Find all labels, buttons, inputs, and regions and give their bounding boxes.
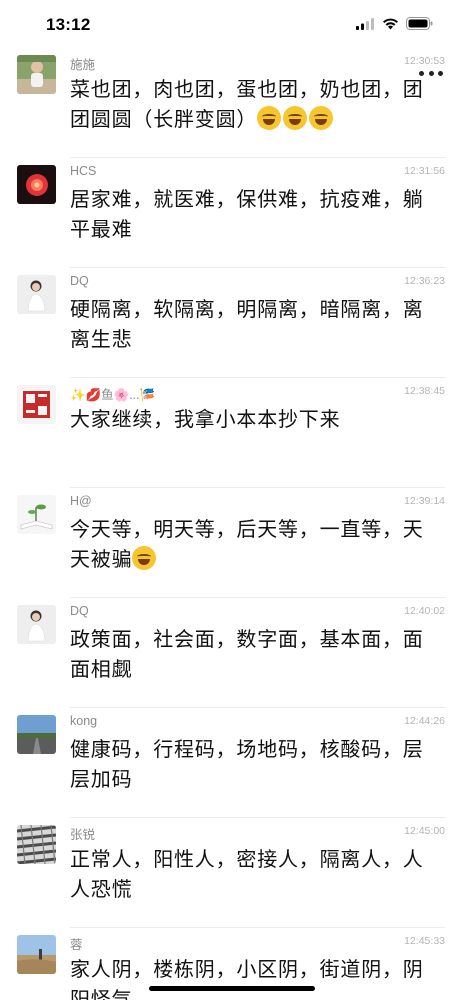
status-time: 13:12: [46, 15, 91, 34]
list-item[interactable]: ✨💋鱼🌸...🎏 12:38:45 大家继续，我拿小本本抄下来: [0, 378, 463, 488]
sender-name: ✨💋鱼🌸...🎏: [70, 388, 156, 402]
message-text-body: 菜也团，肉也团，蛋也团，奶也团，团团圆圆（长胖变圆）: [70, 77, 424, 131]
avatar-photo-woman[interactable]: [17, 275, 56, 314]
sender-name: 蓉: [70, 938, 83, 952]
message-text: 家人阴，楼栋阴，小区阴，街道阴，阴阳怪气: [70, 957, 424, 1000]
sender-name: kong: [70, 714, 98, 728]
laughing-emoji-icon: [257, 106, 335, 131]
list-item[interactable]: kong 12:44:26 健康码，行程码，场地码，核酸码，层层加码: [0, 708, 463, 818]
message-time: 12:45:33: [404, 935, 445, 947]
avatar-red-seal[interactable]: [17, 385, 56, 424]
sender-name: HCS: [70, 164, 97, 178]
message-time: 12:40:02: [404, 605, 445, 617]
message-text: 大家继续，我拿小本本抄下来: [70, 407, 341, 431]
message-text: 居家难，就医难，保供难，抗疫难，躺平最难: [70, 187, 424, 241]
message-time: 12:38:45: [404, 385, 445, 397]
message-text-body: 今天等，明天等，后天等，一直等，天天被骗: [70, 517, 424, 571]
battery-icon: [406, 17, 433, 30]
message-text: 政策面，社会面，数字面，基本面，面面相觑: [70, 627, 424, 681]
status-bar: 13:12: [0, 0, 463, 48]
message-time: 12:30:53: [404, 55, 445, 67]
avatar-pattern[interactable]: [17, 825, 56, 864]
status-icons: [356, 17, 433, 30]
list-item[interactable]: H@ 12:39:14 今天等，明天等，后天等，一直等，天天被骗: [0, 488, 463, 598]
message-text: 今天等，明天等，后天等，一直等，天天被骗: [70, 514, 430, 574]
list-item[interactable]: DQ 12:40:02 政策面，社会面，数字面，基本面，面面相觑: [0, 598, 463, 708]
sender-name: DQ: [70, 604, 89, 618]
message-time: 12:36:23: [404, 275, 445, 287]
message-text: 正常人，阳性人，密接人，隔离人，人人恐慌: [70, 847, 424, 901]
sender-name: DQ: [70, 274, 89, 288]
home-indicator[interactable]: [149, 986, 315, 991]
sender-name: 施施: [70, 58, 96, 72]
list-item[interactable]: 张锐 12:45:00 正常人，阳性人，密接人，隔离人，人人恐慌: [0, 818, 463, 928]
avatar-red-lantern[interactable]: [17, 165, 56, 204]
message-time: 12:31:56: [404, 165, 445, 177]
wifi-icon: [383, 18, 398, 29]
message-time: 12:44:26: [404, 715, 445, 727]
signal-icon: [356, 17, 374, 30]
avatar-landscape-field[interactable]: [17, 935, 56, 974]
message-text: 健康码，行程码，场地码，核酸码，层层加码: [70, 737, 424, 791]
avatar-landscape-road[interactable]: [17, 715, 56, 754]
avatar-photo-person[interactable]: [17, 55, 56, 94]
message-text: 硬隔离，软隔离，明隔离，暗隔离，离离生悲: [70, 297, 424, 351]
message-time: 12:39:14: [404, 495, 445, 507]
message-feed[interactable]: 施施 12:30:53 菜也团，肉也团，蛋也团，奶也团，团团圆圆（长胖变圆） H…: [0, 48, 463, 1000]
list-item[interactable]: 施施 12:30:53 菜也团，肉也团，蛋也团，奶也团，团团圆圆（长胖变圆）: [0, 48, 463, 158]
sender-name: 张锐: [70, 828, 96, 842]
crying-emoji-icon: [132, 546, 157, 570]
list-item[interactable]: DQ 12:36:23 硬隔离，软隔离，明隔离，暗隔离，离离生悲: [0, 268, 463, 378]
message-time: 12:45:00: [404, 825, 445, 837]
list-item[interactable]: HCS 12:31:56 居家难，就医难，保供难，抗疫难，躺平最难: [0, 158, 463, 268]
sender-name: H@: [70, 494, 92, 508]
avatar-book-plant[interactable]: [17, 495, 56, 534]
avatar-photo-woman[interactable]: [17, 605, 56, 644]
message-text: 菜也团，肉也团，蛋也团，奶也团，团团圆圆（长胖变圆）: [70, 74, 430, 134]
